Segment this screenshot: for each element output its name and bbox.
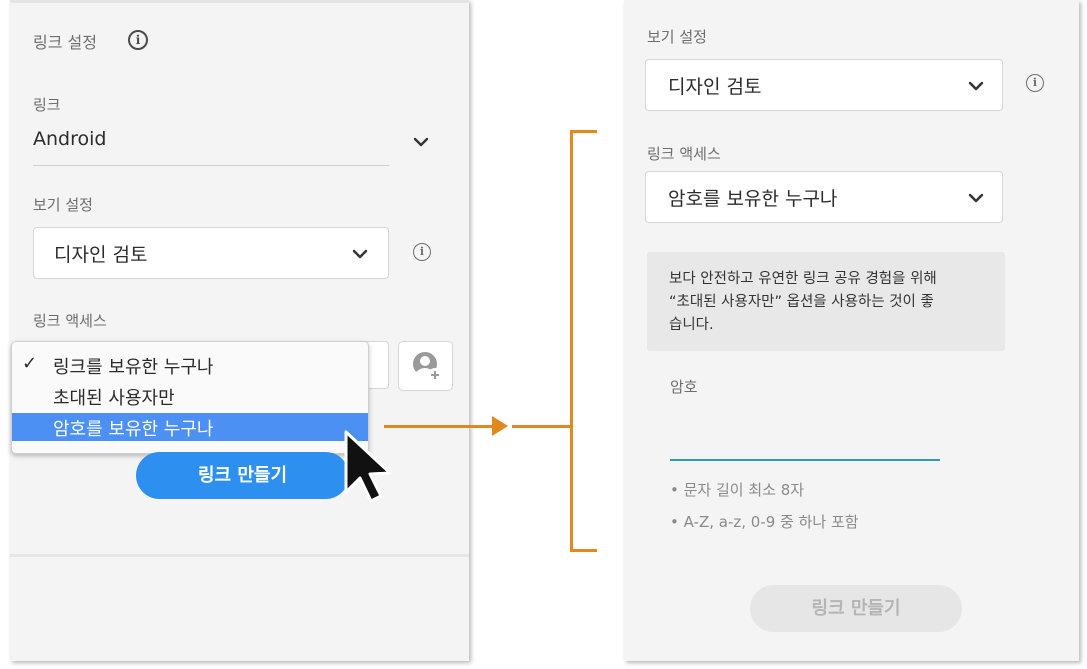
arrow-right-icon xyxy=(492,416,508,436)
link-access-select[interactable]: 암호를 보유한 누구나 xyxy=(645,171,1003,223)
link-select-underline xyxy=(33,165,389,166)
link-settings-title: 링크 설정 xyxy=(33,33,97,52)
link-select-value[interactable]: Android xyxy=(33,128,106,150)
option-label: 초대된 사용자만 xyxy=(53,388,175,409)
info-icon[interactable]: i xyxy=(1026,74,1044,92)
option-label: 암호를 보유한 누구나 xyxy=(53,419,214,440)
mouse-cursor-icon xyxy=(344,430,392,503)
bracket-top xyxy=(570,130,597,133)
notice-line: 보다 안전하고 유연한 링크 공유 경험을 위해 xyxy=(669,271,937,287)
info-icon[interactable]: i xyxy=(413,243,431,261)
option-label: 링크를 보유한 누구나 xyxy=(53,357,214,378)
link-access-dropdown: ✓ 링크를 보유한 누구나 초대된 사용자만 암호를 보유한 누구나 xyxy=(11,341,369,454)
connector-line xyxy=(384,425,492,428)
link-access-value: 암호를 보유한 누구나 xyxy=(668,188,838,210)
add-user-icon xyxy=(413,352,442,382)
check-icon: ✓ xyxy=(22,353,38,374)
chevron-down-icon[interactable] xyxy=(413,137,429,147)
view-settings-value: 디자인 검토 xyxy=(54,244,148,266)
chevron-down-icon xyxy=(352,249,368,259)
link-access-label: 링크 액세스 xyxy=(33,312,107,330)
view-settings-select[interactable]: 디자인 검토 xyxy=(33,227,389,279)
view-settings-label: 보기 설정 xyxy=(33,196,93,214)
panel-divider xyxy=(10,554,469,557)
add-user-button[interactable] xyxy=(398,341,453,391)
dropdown-option-anyone-with-link[interactable]: ✓ 링크를 보유한 누구나 xyxy=(12,351,368,379)
bracket-bottom xyxy=(570,549,597,552)
notice-line: 습니다. xyxy=(669,317,714,333)
create-link-button[interactable]: 링크 만들기 xyxy=(136,452,349,499)
view-settings-value: 디자인 검토 xyxy=(668,76,762,98)
create-link-button-disabled[interactable]: 링크 만들기 xyxy=(750,585,962,632)
password-hint-characters: • A-Z, a-z, 0-9 중 하나 포함 xyxy=(670,513,859,531)
password-label: 암호 xyxy=(670,378,698,396)
panel-top-border xyxy=(10,0,469,3)
password-input[interactable] xyxy=(670,405,940,457)
info-icon[interactable]: i xyxy=(128,30,148,50)
notice-line: “초대된 사용자만” 옵션을 사용하는 것이 좋 xyxy=(669,294,934,310)
connector-line xyxy=(512,425,572,428)
password-input-underline xyxy=(670,459,940,461)
dropdown-option-invited-only[interactable]: 초대된 사용자만 xyxy=(12,382,368,410)
dropdown-option-anyone-with-password[interactable]: 암호를 보유한 누구나 xyxy=(12,413,368,441)
security-recommendation-notice: 보다 안전하고 유연한 링크 공유 경험을 위해 “초대된 사용자만” 옵션을 … xyxy=(647,252,1005,351)
password-hint-length: • 문자 길이 최소 8자 xyxy=(670,481,805,499)
chevron-down-icon xyxy=(968,193,984,203)
view-settings-select[interactable]: 디자인 검토 xyxy=(645,59,1003,111)
bracket-vertical xyxy=(570,130,573,552)
link-access-label: 링크 액세스 xyxy=(647,145,721,163)
chevron-down-icon xyxy=(968,81,984,91)
link-label: 링크 xyxy=(33,96,61,114)
view-settings-label: 보기 설정 xyxy=(647,28,707,46)
